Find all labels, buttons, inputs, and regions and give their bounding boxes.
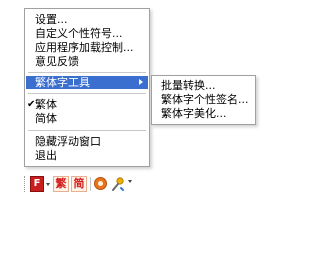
menu-separator [28, 93, 146, 94]
submenu-item-label: 批量转换... [161, 79, 216, 92]
menu-separator [28, 72, 146, 73]
toolbar-grip-handle[interactable] [24, 176, 29, 192]
menu-item-label: 繁体字工具 [35, 76, 90, 89]
context-menu: 设置... 自定义个性符号... 应用程序加载控制... 意见反馈 繁体字工具 … [24, 8, 150, 167]
menu-item-traditional[interactable]: ✔ 繁体 [26, 98, 148, 111]
menu-item-label: 退出 [35, 149, 57, 162]
menu-item-label: 应用程序加载控制... [35, 41, 134, 54]
tool-icon[interactable] [111, 176, 125, 192]
menu-item-simplified[interactable]: 简体 [26, 112, 148, 125]
submenu-item-batch-convert[interactable]: 批量转换... [153, 79, 254, 92]
simplified-mode-button[interactable]: 简 [71, 176, 87, 192]
submenu-arrow-icon [139, 79, 143, 85]
menu-separator [28, 130, 146, 131]
submenu-item-label: 繁体字美化... [161, 107, 227, 120]
ime-status-toolbar: F 繁 简 [24, 174, 150, 194]
dropdown-arrow-icon[interactable] [46, 183, 50, 186]
submenu-item-beautify[interactable]: 繁体字美化... [153, 107, 254, 120]
submenu-item-label: 繁体字个性签名... [161, 93, 249, 106]
toolbar-separator [90, 177, 91, 191]
menu-item-app-loading-control[interactable]: 应用程序加载控制... [26, 41, 148, 54]
ime-logo-button[interactable]: F [30, 176, 44, 192]
submenu-item-signature[interactable]: 繁体字个性签名... [153, 93, 254, 106]
menu-item-label: 繁体 [35, 98, 57, 111]
traditional-tools-submenu: 批量转换... 繁体字个性签名... 繁体字美化... [151, 75, 256, 125]
settings-circle-icon[interactable] [94, 177, 107, 190]
menu-item-traditional-tools[interactable]: 繁体字工具 [26, 76, 148, 89]
more-icon[interactable] [128, 180, 132, 183]
menu-item-label: 隐藏浮动窗口 [35, 135, 101, 148]
menu-item-custom-symbols[interactable]: 自定义个性符号... [26, 27, 148, 40]
menu-item-settings[interactable]: 设置... [26, 13, 148, 26]
menu-item-label: 自定义个性符号... [35, 27, 123, 40]
menu-item-feedback[interactable]: 意见反馈 [26, 55, 148, 68]
menu-item-label: 设置... [35, 13, 68, 26]
menu-item-exit[interactable]: 退出 [26, 149, 148, 162]
traditional-mode-button[interactable]: 繁 [53, 176, 69, 192]
menu-item-label: 意见反馈 [35, 55, 79, 68]
menu-item-hide-floating-window[interactable]: 隐藏浮动窗口 [26, 135, 148, 148]
menu-item-label: 简体 [35, 112, 57, 125]
